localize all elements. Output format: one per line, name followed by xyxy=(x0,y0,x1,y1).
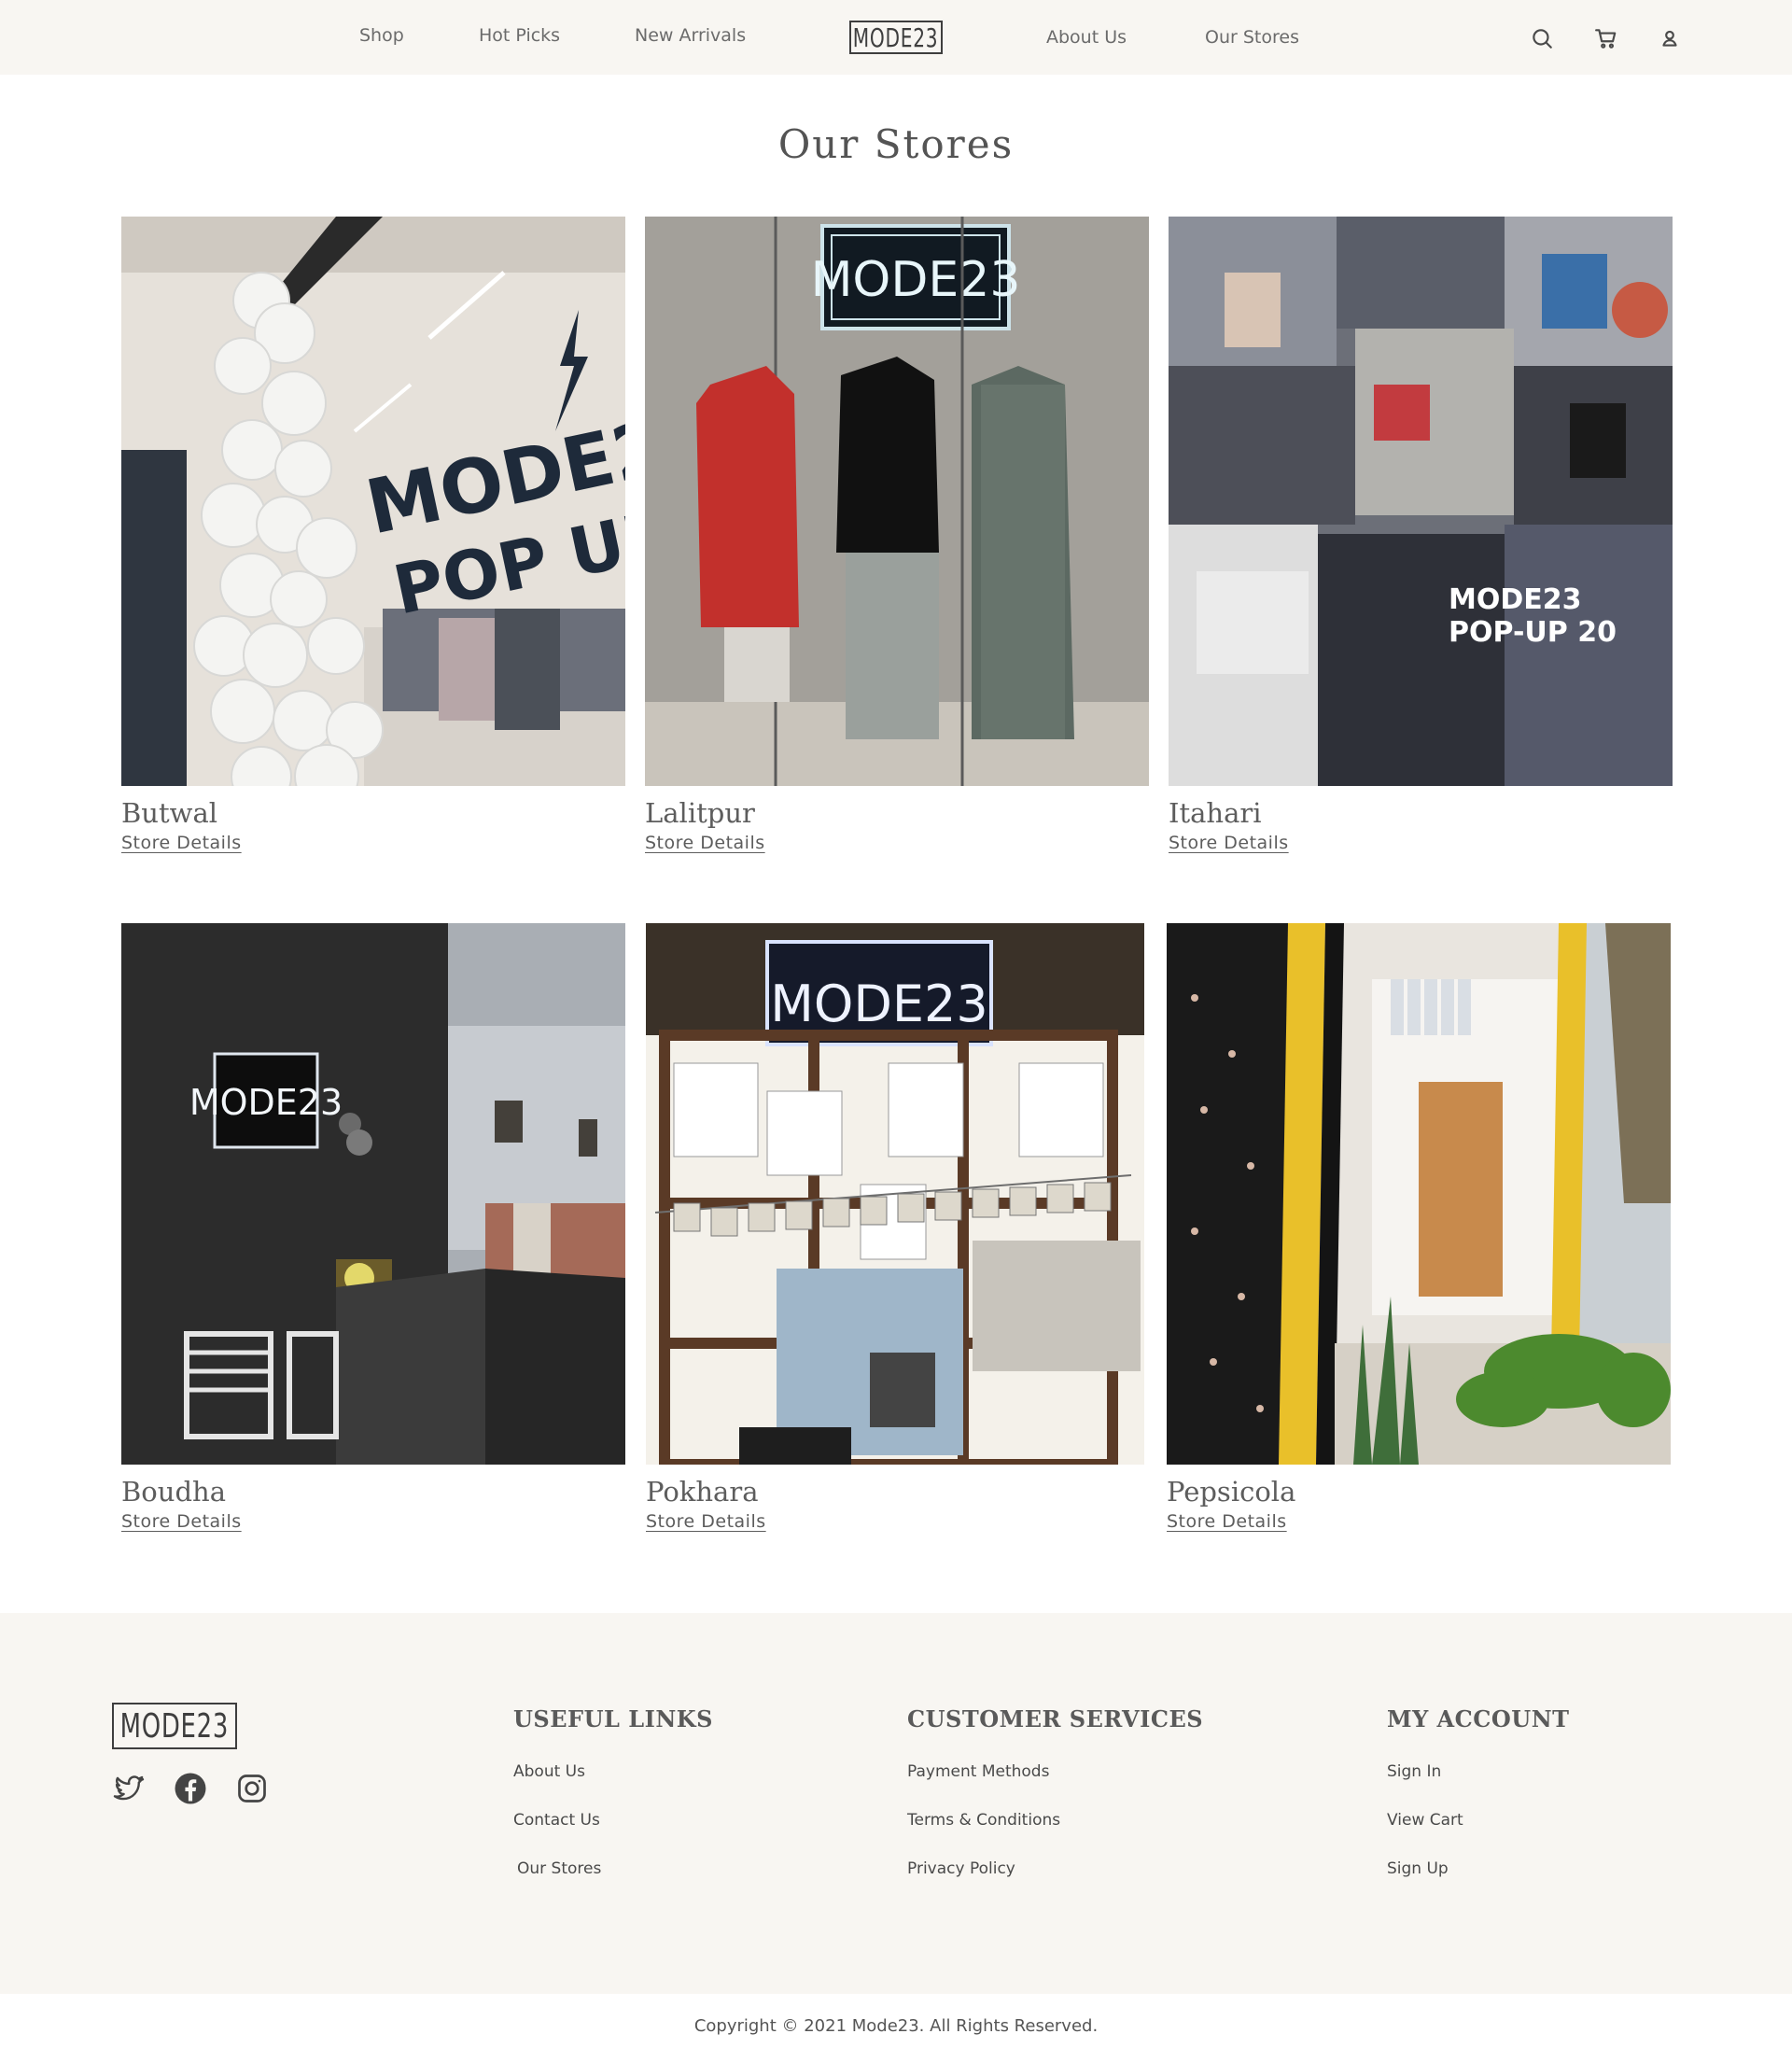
itahari-poster-text-2: POP-UP 20 xyxy=(1449,616,1617,649)
footer-link-our-stores[interactable]: Our Stores xyxy=(517,1859,601,1878)
store-details-link-lalitpur[interactable]: Store Details xyxy=(645,833,765,853)
store-photo-boudha[interactable]: MODE23 xyxy=(121,923,625,1465)
store-photo-itahari[interactable]: MODE23 POP-UP 20 xyxy=(1169,217,1673,786)
store-card-pokhara: MODE23 Pokhara Store Details xyxy=(646,923,1150,1532)
itahari-poster-text: MODE23 xyxy=(1449,583,1582,616)
copyright-text: Copyright © 2021 Mode23. All Rights Rese… xyxy=(693,2016,1099,2036)
store-name-butwal: Butwal xyxy=(121,797,218,829)
nav-about-us[interactable]: About Us xyxy=(1046,27,1127,48)
store-photo-butwal[interactable]: MODE23 POP UP xyxy=(121,217,625,786)
store-card-pepsicola: Pepsicola Store Details xyxy=(1167,923,1671,1532)
site-footer: MODE23 USEFUL LINKS About Us Contact Us … xyxy=(0,1613,1792,1994)
customer-services-title: CUSTOMER SERVICES xyxy=(907,1705,1204,1732)
store-photo-lalitpur[interactable]: MODE23 xyxy=(645,217,1149,786)
footer-link-about-us[interactable]: About Us xyxy=(513,1762,585,1781)
store-card-butwal: MODE23 POP UP Butwal Store Details xyxy=(121,217,625,853)
twitter-icon[interactable] xyxy=(112,1772,146,1805)
footer-link-sign-in[interactable]: Sign In xyxy=(1387,1762,1441,1781)
cart-icon[interactable] xyxy=(1592,24,1620,52)
store-name-itahari: Itahari xyxy=(1169,797,1262,829)
page-title: Our Stores xyxy=(777,121,1015,167)
store-card-lalitpur: MODE23 Lalitpur Store Details xyxy=(645,217,1149,853)
instagram-icon[interactable] xyxy=(235,1772,269,1805)
search-icon[interactable] xyxy=(1528,24,1556,52)
boudha-sign: MODE23 xyxy=(189,1082,343,1123)
store-details-link-pepsicola[interactable]: Store Details xyxy=(1167,1511,1287,1532)
pokhara-sign: MODE23 xyxy=(770,975,988,1033)
nav-shop[interactable]: Shop xyxy=(359,25,404,46)
nav-hot-picks[interactable]: Hot Picks xyxy=(479,25,560,46)
footer-link-privacy-policy[interactable]: Privacy Policy xyxy=(907,1859,1015,1878)
store-card-boudha: MODE23 Boudha Store Details xyxy=(121,923,625,1532)
footer-link-terms[interactable]: Terms & Conditions xyxy=(907,1811,1060,1830)
my-account-title: MY ACCOUNT xyxy=(1387,1705,1570,1732)
store-details-link-boudha[interactable]: Store Details xyxy=(121,1511,242,1532)
store-card-itahari: MODE23 POP-UP 20 Itahari Store Details xyxy=(1169,217,1673,853)
nav-our-stores[interactable]: Our Stores xyxy=(1205,27,1299,48)
footer-link-sign-up[interactable]: Sign Up xyxy=(1387,1859,1449,1878)
user-icon[interactable] xyxy=(1656,24,1684,52)
footer-link-contact-us[interactable]: Contact Us xyxy=(513,1811,600,1830)
store-name-pokhara: Pokhara xyxy=(646,1476,759,1508)
site-logo[interactable]: MODE23 xyxy=(849,21,943,54)
store-details-link-butwal[interactable]: Store Details xyxy=(121,833,242,853)
store-name-boudha: Boudha xyxy=(121,1476,226,1508)
useful-links-title: USEFUL LINKS xyxy=(513,1705,713,1732)
store-photo-pepsicola[interactable] xyxy=(1167,923,1671,1465)
footer-link-view-cart[interactable]: View Cart xyxy=(1387,1811,1463,1830)
lalitpur-sign: MODE23 xyxy=(811,252,1021,308)
footer-link-payment-methods[interactable]: Payment Methods xyxy=(907,1762,1049,1781)
store-name-lalitpur: Lalitpur xyxy=(645,797,755,829)
store-photo-pokhara[interactable]: MODE23 xyxy=(646,923,1144,1465)
site-header: Shop Hot Picks New Arrivals MODE23 About… xyxy=(0,0,1792,75)
copyright-bar: Copyright © 2021 Mode23. All Rights Rese… xyxy=(0,1994,1792,2062)
facebook-icon[interactable] xyxy=(174,1772,207,1805)
nav-new-arrivals[interactable]: New Arrivals xyxy=(635,25,746,46)
store-details-link-itahari[interactable]: Store Details xyxy=(1169,833,1289,853)
store-details-link-pokhara[interactable]: Store Details xyxy=(646,1511,766,1532)
store-name-pepsicola: Pepsicola xyxy=(1167,1476,1296,1508)
footer-logo[interactable]: MODE23 xyxy=(112,1703,237,1749)
